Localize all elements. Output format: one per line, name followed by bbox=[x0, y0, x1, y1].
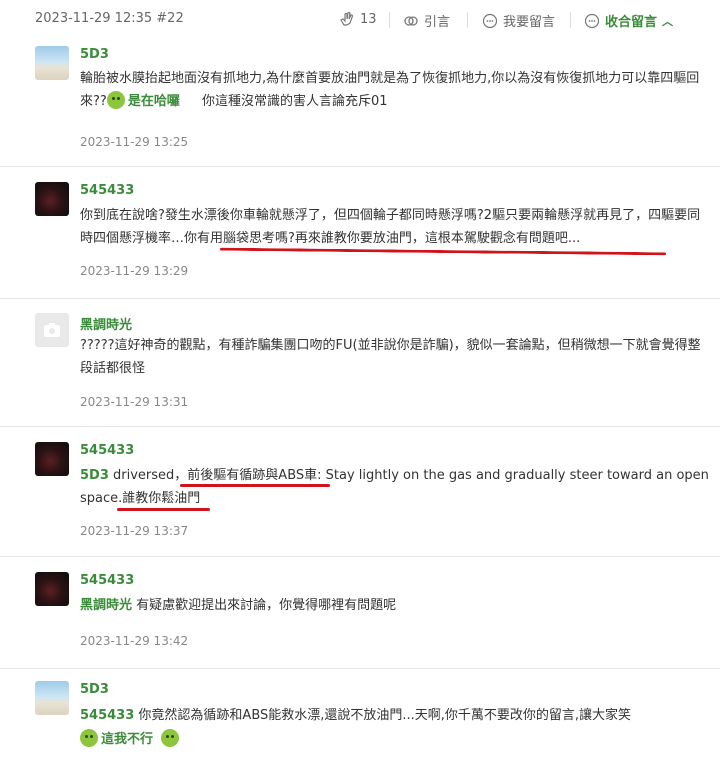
comment-author[interactable]: 545433 bbox=[80, 183, 134, 198]
sticker-caption: 這我不行 bbox=[101, 732, 154, 747]
green-face-sticker-icon bbox=[106, 91, 125, 109]
comment-item: 黑調時光 ?????這好神奇的觀點，有種詐騙集團口吻的FU(並非說你是詐騙)，貌… bbox=[0, 298, 720, 427]
avatar[interactable] bbox=[35, 442, 69, 476]
avatar[interactable] bbox=[35, 46, 69, 80]
comment-time: 2023-11-29 13:37 bbox=[80, 524, 189, 538]
divider bbox=[570, 12, 571, 28]
quote-button[interactable]: 引言 bbox=[403, 11, 450, 30]
post-action-bar: 2023-11-29 12:35 #22 13 引言 我要留言 收合留言 ︿ bbox=[0, 0, 720, 40]
comment-item: 5D3 545433 你竟然認為循跡和ABS能救水漂,還說不放油門...天啊,你… bbox=[0, 668, 720, 764]
sticker-caption: 是在哈囉 bbox=[127, 94, 180, 109]
camera-placeholder-icon bbox=[44, 323, 60, 337]
mention-link[interactable]: 545433 bbox=[80, 708, 134, 723]
comment-time: 2023-11-29 13:31 bbox=[80, 395, 189, 409]
avatar[interactable] bbox=[35, 313, 69, 347]
comment-body: 你竟然認為循跡和ABS能救水漂,還說不放油門...天啊,你千萬不要改你的留言,讓… bbox=[138, 708, 632, 723]
comment-time: 2023-11-29 13:42 bbox=[80, 634, 189, 648]
comment-author[interactable]: 545433 bbox=[80, 443, 134, 458]
avatar[interactable] bbox=[35, 572, 69, 606]
comment-time: 2023-11-29 13:25 bbox=[80, 135, 189, 149]
avatar[interactable] bbox=[35, 182, 69, 216]
comment-time: 2023-11-29 13:29 bbox=[80, 264, 189, 278]
avatar[interactable] bbox=[35, 681, 69, 715]
red-underline-annotation bbox=[180, 484, 330, 487]
comment-author[interactable]: 545433 bbox=[80, 573, 134, 588]
like-count: 13 bbox=[360, 11, 377, 27]
comment-item: 545433 你到底在說啥?發生水漂後你車輪就懸浮了，但四個輪子都同時懸浮嗎?2… bbox=[0, 166, 720, 299]
comment-text: 545433 你竟然認為循跡和ABS能救水漂,還說不放油門...天啊,你千萬不要… bbox=[80, 704, 710, 727]
clap-icon bbox=[340, 11, 354, 26]
chat-bubble-icon bbox=[584, 13, 600, 28]
comment-body: driversed，前後驅有循跡與ABS車: Stay lightly on t… bbox=[80, 468, 709, 506]
sticker-row: 這我不行 bbox=[80, 728, 182, 747]
comment-item: 545433 黑調時光 有疑慮歡迎提出來討論，你覺得哪裡有問題呢 2023-11… bbox=[0, 556, 720, 669]
green-face-sticker-icon bbox=[80, 729, 98, 747]
like-button[interactable]: 13 bbox=[339, 11, 377, 27]
green-face-sticker-icon bbox=[161, 729, 180, 747]
collapse-label: 收合留言 bbox=[605, 15, 658, 30]
comment-author[interactable]: 黑調時光 bbox=[80, 314, 132, 333]
chat-bubble-icon bbox=[482, 13, 498, 28]
comment-text: ?????這好神奇的觀點，有種詐騙集團口吻的FU(並非說你是詐騙)，貌似一套論點… bbox=[80, 338, 701, 376]
quote-icon bbox=[404, 15, 418, 26]
quote-label: 引言 bbox=[424, 15, 451, 30]
collapse-comments-button[interactable]: 收合留言 ︿ bbox=[584, 11, 673, 30]
comment-item: 5D3 輪胎被水膜抬起地面沒有抓地力,為什麼首要放油門就是為了恢復抓地力,你以為… bbox=[0, 38, 720, 167]
comment-tail: 你這種沒常識的害人言論充斥01 bbox=[201, 94, 388, 109]
comment-text: 輪胎被水膜抬起地面沒有抓地力,為什麼首要放油門就是為了恢復抓地力,你以為沒有恢復… bbox=[80, 67, 710, 113]
comment-text: 5D3 driversed，前後驅有循跡與ABS車: Stay lightly … bbox=[80, 464, 710, 510]
comment-author[interactable]: 5D3 bbox=[80, 47, 109, 62]
comment-text: 黑調時光 有疑慮歡迎提出來討論，你覺得哪裡有問題呢 bbox=[80, 594, 710, 617]
divider bbox=[389, 12, 390, 28]
mention-link[interactable]: 黑調時光 bbox=[80, 598, 132, 613]
chevron-up-icon: ︿ bbox=[662, 14, 674, 28]
red-underline-annotation bbox=[117, 508, 210, 511]
reply-label: 我要留言 bbox=[503, 15, 556, 30]
post-meta: 2023-11-29 12:35 #22 bbox=[35, 11, 184, 26]
comment-item: 545433 5D3 driversed，前後驅有循跡與ABS車: Stay l… bbox=[0, 426, 720, 557]
divider bbox=[467, 12, 468, 28]
reply-button[interactable]: 我要留言 bbox=[482, 11, 555, 30]
comment-text: 你到底在說啥?發生水漂後你車輪就懸浮了，但四個輪子都同時懸浮嗎?2驅只要兩輪懸浮… bbox=[80, 208, 701, 246]
comment-body: 有疑慮歡迎提出來討論，你覺得哪裡有問題呢 bbox=[136, 598, 397, 613]
comment-author[interactable]: 5D3 bbox=[80, 682, 109, 697]
mention-link[interactable]: 5D3 bbox=[80, 468, 109, 483]
